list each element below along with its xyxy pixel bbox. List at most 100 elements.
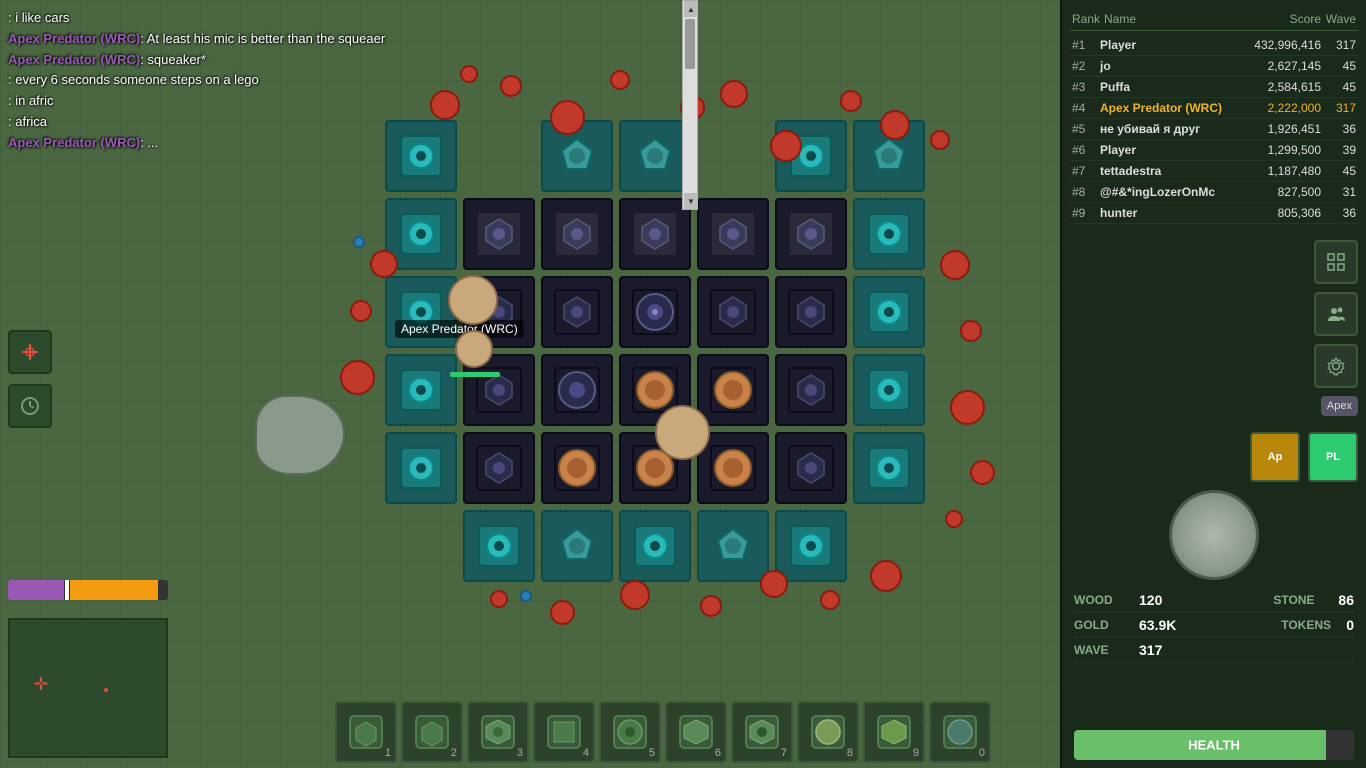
enemy-red	[820, 590, 840, 610]
lb-score: 2,222,000	[1241, 101, 1321, 115]
item-slot-7[interactable]: 7	[731, 701, 793, 763]
enemy-red	[720, 80, 748, 108]
lb-wave: 317	[1321, 101, 1356, 115]
lb-rank: #7	[1072, 164, 1100, 178]
tower-cell	[385, 354, 457, 426]
player-character	[455, 330, 493, 368]
xp-bar	[8, 580, 168, 600]
lb-rank: #6	[1072, 143, 1100, 157]
item-slot-9[interactable]: 9	[863, 701, 925, 763]
item-slot-6[interactable]: 6	[665, 701, 727, 763]
item-slot-2[interactable]: 2	[401, 701, 463, 763]
left-icons	[8, 330, 52, 428]
slot-number: 1	[385, 747, 391, 759]
crosshair-icon[interactable]	[8, 330, 52, 374]
enemy-red	[610, 70, 630, 90]
enemy-red	[340, 360, 375, 395]
leaderboard: Rank Name Score Wave #1 Player 432,996,4…	[1062, 0, 1366, 232]
enemy-red	[700, 595, 722, 617]
fullscreen-icon[interactable]	[1314, 240, 1358, 284]
avatar-ap[interactable]: Ap	[1250, 432, 1300, 482]
wood-label: WOOD	[1074, 593, 1139, 607]
slot-number: 3	[517, 747, 523, 759]
gold-label: GOLD	[1074, 618, 1139, 632]
leaderboard-rows: #1 Player 432,996,416 317 #2 jo 2,627,14…	[1070, 35, 1358, 224]
player-avatar-circle	[1169, 490, 1259, 580]
item-slot-0[interactable]: 0	[929, 701, 991, 763]
tower-cell	[697, 276, 769, 348]
lb-name: hunter	[1100, 206, 1241, 220]
clock-icon[interactable]	[8, 384, 52, 428]
gear-icon[interactable]	[1314, 344, 1358, 388]
enemy-red	[870, 560, 902, 592]
scrollbar-thumb[interactable]	[685, 19, 695, 69]
wood-value: 120	[1139, 592, 1162, 608]
scrollbar-up[interactable]: ▲	[684, 1, 698, 17]
stone-value: 86	[1338, 592, 1354, 608]
wave-label: WAVE	[1074, 643, 1139, 657]
lb-rank: #9	[1072, 206, 1100, 220]
leaderboard-header: Rank Name Score Wave	[1070, 8, 1358, 31]
lb-rank: #5	[1072, 122, 1100, 136]
slot-number: 2	[451, 747, 457, 759]
tower-cell	[775, 510, 847, 582]
lb-score: 805,306	[1241, 206, 1321, 220]
lb-name: не убивай я друг	[1100, 122, 1241, 136]
lb-name: @#&*ingLozerOnMc	[1100, 185, 1241, 199]
avatar-pl[interactable]: PL	[1308, 432, 1358, 482]
leaderboard-row: #5 не убивай я друг 1,926,451 36	[1070, 119, 1358, 140]
item-bar: 1 2 3456 7890	[335, 701, 991, 763]
item-slot-3[interactable]: 3	[467, 701, 529, 763]
enemy-red	[370, 250, 398, 278]
leaderboard-row: #9 hunter 805,306 36	[1070, 203, 1358, 224]
tower-cell	[853, 276, 925, 348]
lb-wave: 31	[1321, 185, 1356, 199]
wave-value: 317	[1139, 642, 1162, 658]
lb-score: 2,584,615	[1241, 80, 1321, 94]
lb-wave: 45	[1321, 80, 1356, 94]
tower-cell	[463, 510, 535, 582]
chat-message: Apex Predator (WRC): ...	[8, 133, 502, 154]
enemy-red	[970, 460, 995, 485]
lb-score: 1,187,480	[1241, 164, 1321, 178]
tower-cell	[385, 432, 457, 504]
enemy-red	[760, 570, 788, 598]
chat-message: Apex Predator (WRC): squeaker*	[8, 50, 502, 71]
lb-rank-header: Rank	[1072, 12, 1100, 26]
tower-cell	[775, 354, 847, 426]
scrollbar-down[interactable]: ▼	[684, 193, 698, 209]
right-side-buttons: Apex	[1062, 232, 1366, 424]
chat-scrollbar[interactable]: ▲ ▼	[682, 0, 698, 210]
tower-cell	[463, 432, 535, 504]
chat-message: : africa	[8, 112, 502, 133]
tower-cell	[775, 198, 847, 270]
tower-cell	[775, 432, 847, 504]
lb-rank: #4	[1072, 101, 1100, 115]
tower-cell	[541, 510, 613, 582]
item-slot-5[interactable]: 5	[599, 701, 661, 763]
tower-cell	[619, 276, 691, 348]
enemy-red	[880, 110, 910, 140]
enemy-red	[930, 130, 950, 150]
tower-cell	[619, 120, 691, 192]
chat-message: : in afric	[8, 91, 502, 112]
item-slot-8[interactable]: 8	[797, 701, 859, 763]
leaderboard-row: #3 Puffa 2,584,615 45	[1070, 77, 1358, 98]
chat-message: : every 6 seconds someone steps on a leg…	[8, 70, 502, 91]
item-slot-4[interactable]: 4	[533, 701, 595, 763]
item-slot-1[interactable]: 1	[335, 701, 397, 763]
stone-label: STONE	[1273, 593, 1338, 607]
gold-row: GOLD 63.9K TOKENS 0	[1074, 613, 1354, 638]
enemy-red	[960, 320, 982, 342]
lb-name: Player	[1100, 143, 1241, 157]
wood-row: WOOD 120 STONE 86	[1074, 588, 1354, 613]
slot-number: 7	[781, 747, 787, 759]
people-icon[interactable]	[1314, 292, 1358, 336]
leaderboard-row: #1 Player 432,996,416 317	[1070, 35, 1358, 56]
lb-wave: 36	[1321, 122, 1356, 136]
lb-rank: #8	[1072, 185, 1100, 199]
tower-cell	[541, 432, 613, 504]
enemy-red	[940, 250, 970, 280]
xp-section	[0, 572, 200, 608]
leaderboard-row: #6 Player 1,299,500 39	[1070, 140, 1358, 161]
